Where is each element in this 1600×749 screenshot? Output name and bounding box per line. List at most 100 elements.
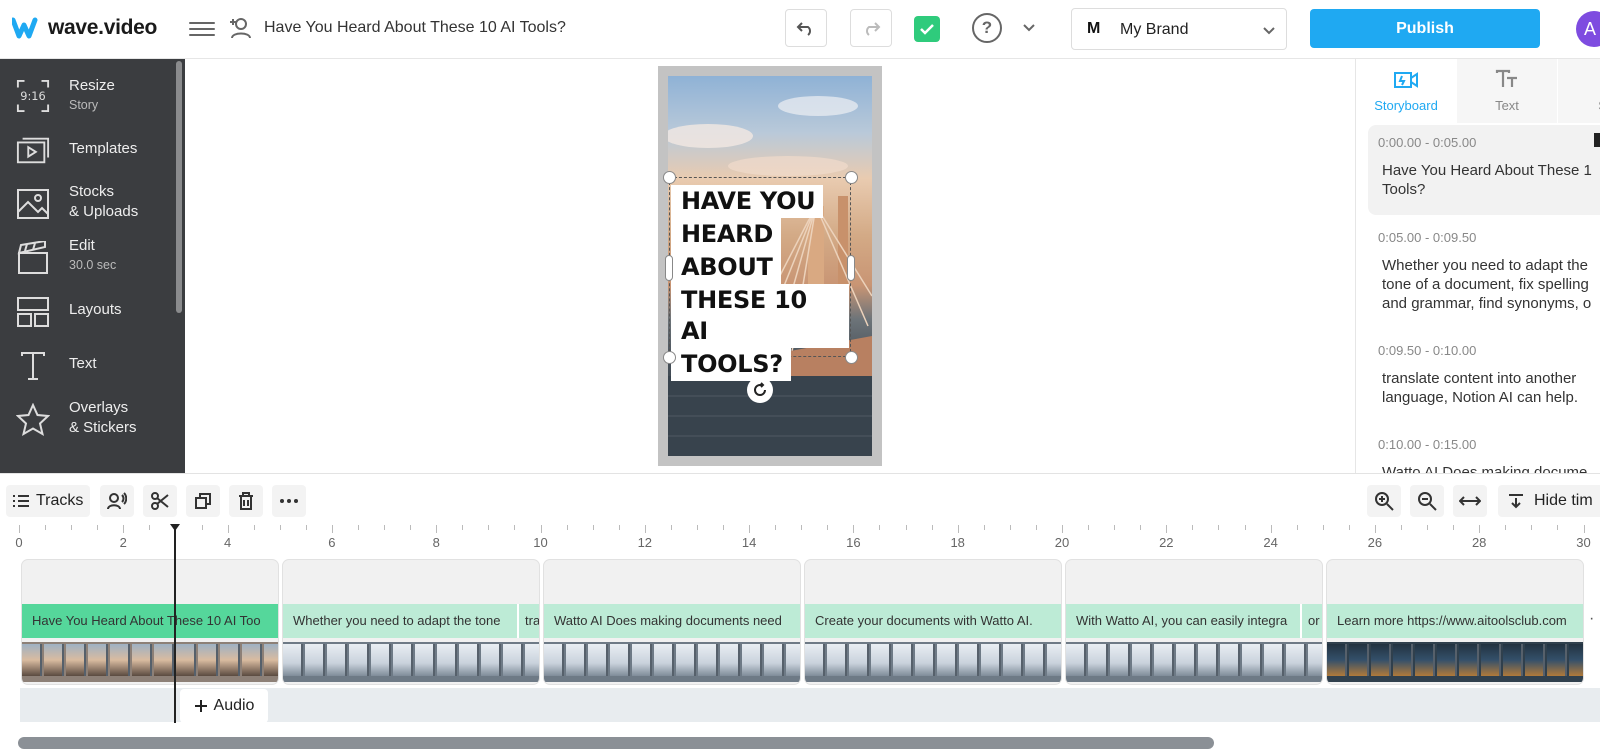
sidebar-item-templates[interactable]: Templates: [0, 123, 175, 173]
ruler-tick: [1062, 525, 1063, 533]
playhead-handle[interactable]: [170, 524, 181, 531]
undo-button[interactable]: [785, 9, 827, 47]
caption-clip[interactable]: With Watto AI, you can easily integra or: [1066, 604, 1322, 638]
top-bar: wave.video Have You Heard About These 10…: [0, 0, 1600, 59]
caption-clip[interactable]: Watto AI Does making documents need: [544, 604, 800, 638]
resize-handle-bottom-left[interactable]: [663, 351, 676, 364]
timeline-ruler[interactable]: 0 2 4 6 8 10 12 14 16 18 20 22 24 26 28 30: [0, 525, 1600, 555]
video-thumbnail: [566, 644, 586, 676]
duplicate-button[interactable]: [186, 485, 220, 517]
resize-handle-left[interactable]: [665, 255, 673, 281]
sidebar-item-label: Overlays: [69, 399, 129, 416]
scene-text[interactable]: Watto AI Does making docume: [1382, 463, 1600, 473]
video-thumbnail: [1025, 644, 1045, 676]
ruler-tick: [1009, 525, 1011, 530]
resize-handle-bottom-right[interactable]: [845, 351, 858, 364]
video-thumbnail: [1349, 644, 1369, 676]
tracks-button[interactable]: Tracks: [6, 485, 90, 517]
chevron-down-icon[interactable]: [1022, 20, 1036, 38]
caption-sub-clip[interactable]: or: [1300, 604, 1322, 638]
video-thumbnail: [959, 644, 979, 676]
video-thumbnail: [588, 644, 608, 676]
resize-handle-right[interactable]: [847, 255, 855, 281]
timeline-scrollbar[interactable]: [18, 737, 1214, 749]
video-thumbnail: [1437, 644, 1457, 676]
ruler-tick: [540, 525, 542, 533]
redo-button[interactable]: [850, 9, 892, 47]
ruler-label: 22: [1159, 535, 1174, 550]
video-thumbnail: [1286, 644, 1306, 676]
video-thumbnail: [44, 644, 64, 676]
playhead[interactable]: [174, 525, 177, 723]
zoom-out-button[interactable]: [1410, 485, 1444, 517]
zoom-in-button[interactable]: [1367, 485, 1401, 517]
resize-handle-top-right[interactable]: [845, 171, 858, 184]
publish-button[interactable]: Publish: [1310, 9, 1540, 48]
sidebar-item-layouts[interactable]: Layouts: [0, 285, 175, 335]
logo[interactable]: wave.video: [12, 16, 157, 40]
caption-clip[interactable]: Learn more https://www.aitoolsclub.com: [1327, 604, 1583, 638]
ruler-tick: [696, 525, 698, 530]
timeline-clip[interactable]: Watto AI Does making documents need: [543, 559, 801, 685]
sidebar-item-edit[interactable]: Edit 30.0 sec: [0, 231, 175, 281]
video-thumbnails[interactable]: [1066, 642, 1322, 682]
storyboard-scene[interactable]: 0:05.00 - 0:09.50 Whether you need to ad…: [1368, 220, 1600, 313]
video-thumbnails[interactable]: [805, 642, 1061, 682]
wave-logo-icon: [12, 17, 38, 39]
fit-timeline-button[interactable]: [1453, 485, 1487, 517]
sidebar-item-text[interactable]: Text: [0, 339, 175, 389]
caption-clip[interactable]: Create your documents with Watto AI.: [805, 604, 1061, 638]
scene-text[interactable]: translate content into another language,…: [1382, 369, 1600, 407]
voiceover-button[interactable]: [100, 485, 134, 517]
timeline-clip[interactable]: With Watto AI, you can easily integra or: [1065, 559, 1323, 685]
video-thumbnails[interactable]: [1327, 642, 1583, 682]
brand-select[interactable]: M My Brand: [1071, 8, 1287, 50]
video-thumbnails[interactable]: [544, 642, 800, 682]
tab-text[interactable]: Text: [1457, 59, 1557, 123]
add-audio-button[interactable]: Audio: [180, 689, 268, 723]
project-title[interactable]: Have You Heard About These 10 AI Tools?: [264, 19, 566, 37]
menu-icon[interactable]: [189, 18, 215, 40]
split-button[interactable]: [143, 485, 177, 517]
storyboard-scene[interactable]: 0:00.00 - 0:05.00 Have You Heard About T…: [1368, 125, 1600, 215]
video-thumbnail: [176, 644, 196, 676]
sidebar-item-overlays[interactable]: Overlays & Stickers: [0, 393, 175, 443]
headline-text[interactable]: HAVE YOU HEARD ABOUT THESE 10 AI TOOLS?: [671, 185, 849, 381]
video-thumbnails[interactable]: [22, 642, 278, 682]
ruler-tick: [905, 525, 907, 530]
storyboard-scene[interactable]: 0:09.50 - 0:10.00 translate content into…: [1368, 333, 1600, 423]
help-icon[interactable]: ?: [972, 13, 1002, 43]
sidebar-item-stocks[interactable]: Stocks & Uploads: [0, 177, 175, 227]
avatar[interactable]: A: [1576, 11, 1600, 47]
sidebar-item-resize[interactable]: 9:16 Resize Story: [0, 69, 175, 119]
ruler-tick: [1114, 525, 1116, 530]
sidebar-scrollbar[interactable]: [176, 61, 182, 313]
video-thumbnail: [371, 644, 391, 676]
more-button[interactable]: [272, 485, 306, 517]
tab-settings[interactable]: Set: [1558, 59, 1600, 123]
scene-text[interactable]: Have You Heard About These 1 Tools?: [1382, 161, 1600, 199]
timeline-clip[interactable]: Learn more https://www.aitoolsclub.com: [1326, 559, 1584, 685]
video-thumbnails[interactable]: [283, 642, 539, 682]
collapse-down-icon: [1509, 494, 1523, 509]
caption-clip[interactable]: Whether you need to adapt the tone tra: [283, 604, 539, 638]
caption-sub-clip[interactable]: tra: [517, 604, 539, 638]
timeline-clip[interactable]: Create your documents with Watto AI.: [804, 559, 1062, 685]
tab-storyboard[interactable]: Storyboard: [1356, 59, 1456, 123]
scene-text[interactable]: Whether you need to adapt the tone of a …: [1382, 256, 1600, 313]
delete-button[interactable]: [229, 485, 263, 517]
storyboard-scene[interactable]: 0:10.00 - 0:15.00 Watto AI Does making d…: [1368, 427, 1600, 473]
video-thumbnail: [437, 644, 457, 676]
caption-clip[interactable]: Have You Heard About These 10 AI Too: [22, 604, 278, 638]
video-thumbnail: [1264, 644, 1284, 676]
rotate-handle[interactable]: [747, 377, 773, 403]
video-thumbnail: [242, 644, 262, 676]
timeline-clip[interactable]: Whether you need to adapt the tone tra: [282, 559, 540, 685]
tab-label: Set: [1558, 98, 1600, 113]
timeline-clip[interactable]: Have You Heard About These 10 AI Too: [21, 559, 279, 685]
selected-text-layer[interactable]: HAVE YOU HEARD ABOUT THESE 10 AI TOOLS?: [669, 177, 851, 381]
video-thumbnail: [415, 644, 435, 676]
resize-handle-top-left[interactable]: [663, 171, 676, 184]
hide-timeline-button[interactable]: Hide tim: [1498, 485, 1600, 517]
add-user-icon[interactable]: [228, 16, 254, 45]
